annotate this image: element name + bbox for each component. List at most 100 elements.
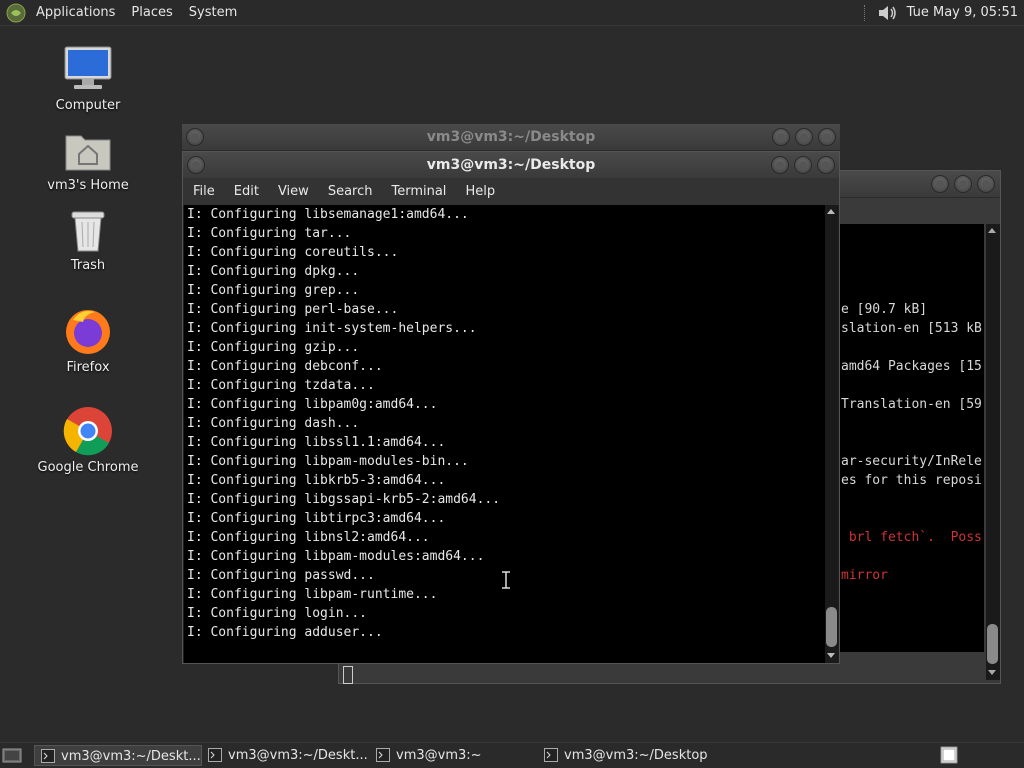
- menu-help[interactable]: Help: [455, 184, 504, 199]
- terminal-line: I: Configuring tar...: [187, 226, 352, 241]
- terminal-line: I: Configuring adduser...: [187, 625, 383, 640]
- terminal-line: I: Configuring libssl1.1:amd64...: [187, 435, 446, 450]
- vertical-scrollbar[interactable]: [825, 205, 838, 663]
- terminal-line: I: Configuring libnsl2:amd64...: [187, 530, 430, 545]
- terminal-icon: [208, 748, 222, 762]
- desktop-icon-label: Computer: [55, 98, 121, 113]
- terminal-icon: [41, 749, 55, 763]
- panel-separator: [863, 4, 869, 21]
- vertical-scrollbar[interactable]: [986, 224, 1000, 680]
- ibeam-cursor-icon: [502, 571, 510, 589]
- minimize-button[interactable]: [931, 175, 949, 193]
- taskbar-item[interactable]: vm3@vm3:~: [370, 745, 564, 766]
- text-cursor-block: [343, 666, 353, 684]
- clock[interactable]: Tue May 9, 05:51: [907, 5, 1018, 20]
- volume-icon[interactable]: [877, 3, 899, 23]
- terminal-line: I: Configuring libgssapi-krb5-2:amd64...: [187, 492, 501, 507]
- minimize-button[interactable]: [771, 156, 789, 174]
- terminal-line: I: Configuring libpam-modules-bin...: [187, 454, 469, 469]
- terminal-line: e [90.7 kB]: [841, 302, 928, 317]
- scrollbar-thumb[interactable]: [826, 607, 837, 647]
- terminal-line: I: Configuring libkrb5-3:amd64...: [187, 473, 446, 488]
- terminal-line: Translation-en [59: [841, 397, 982, 412]
- workspace-switcher-icon[interactable]: [940, 746, 958, 764]
- terminal-line: I: Configuring gzip...: [187, 340, 360, 355]
- trash-icon: [71, 211, 105, 252]
- window-titlebar[interactable]: vm3@vm3:~/Desktop: [183, 152, 839, 179]
- firefox-icon: [66, 310, 110, 354]
- scroll-up-arrow-icon[interactable]: [827, 209, 835, 214]
- terminal-menubar: File Edit View Search Terminal Help: [183, 178, 839, 205]
- maximize-button[interactable]: [794, 156, 812, 174]
- places-menu[interactable]: Places: [123, 0, 180, 25]
- terminal-icon: [544, 748, 558, 762]
- terminal-line: I: Configuring dash...: [187, 416, 360, 431]
- taskbar-item-label: vm3@vm3:~: [396, 748, 482, 763]
- terminal-line: I: Configuring init-system-helpers...: [187, 321, 477, 336]
- terminal-line: I: Configuring tzdata...: [187, 378, 375, 393]
- scrollbar-thumb[interactable]: [987, 624, 998, 664]
- terminal-line: I: Configuring debconf...: [187, 359, 383, 374]
- desktop-icon-home[interactable]: vm3's Home: [28, 128, 148, 193]
- system-menu[interactable]: System: [181, 0, 245, 25]
- scroll-down-arrow-icon[interactable]: [827, 653, 835, 658]
- terminal-line: I: Configuring coreutils...: [187, 245, 399, 260]
- terminal-window-middle[interactable]: vm3@vm3:~/Desktop: [182, 124, 840, 154]
- menu-search[interactable]: Search: [318, 184, 382, 199]
- bottom-taskbar: vm3@vm3:~/Deskt... vm3@vm3:~/Deskt... vm…: [0, 742, 1024, 768]
- taskbar-item-label: vm3@vm3:~/Deskt...: [61, 749, 201, 764]
- minimize-button[interactable]: [772, 128, 790, 146]
- terminal-line: es for this reposi: [841, 473, 982, 488]
- terminal-line: I: Configuring libpam0g:amd64...: [187, 397, 438, 412]
- taskbar-item-label: vm3@vm3:~/Deskt...: [228, 748, 368, 763]
- window-titlebar[interactable]: vm3@vm3:~/Desktop: [182, 124, 840, 151]
- desktop-icon-label: Google Chrome: [37, 460, 139, 475]
- computer-icon: [64, 46, 112, 89]
- show-desktop-icon[interactable]: [2, 746, 22, 764]
- taskbar-item-label: vm3@vm3:~/Desktop: [564, 748, 708, 763]
- chrome-icon: [63, 407, 112, 456]
- terminal-line: I: Configuring perl-base...: [187, 302, 399, 317]
- desktop-icon-computer[interactable]: Computer: [28, 44, 148, 113]
- terminal-line: I: Configuring grep...: [187, 283, 360, 298]
- terminal-line: I: Configuring dpkg...: [187, 264, 360, 279]
- menu-view[interactable]: View: [268, 184, 318, 199]
- home-folder-icon: [65, 135, 111, 171]
- taskbar-item[interactable]: vm3@vm3:~/Deskt...: [34, 745, 202, 766]
- desktop-icon-label: Trash: [70, 258, 106, 273]
- close-button[interactable]: [977, 175, 995, 193]
- menu-terminal[interactable]: Terminal: [381, 184, 455, 199]
- maximize-button[interactable]: [795, 128, 813, 146]
- desktop-icon-trash[interactable]: Trash: [28, 208, 148, 273]
- terminal-line: I: Configuring libpam-modules:amd64...: [187, 549, 485, 564]
- terminal-output[interactable]: I: Configuring libsemanage1:amd64... I: C…: [184, 205, 826, 663]
- taskbar-item[interactable]: vm3@vm3:~/Deskt...: [202, 745, 396, 766]
- desktop-icon-chrome[interactable]: Google Chrome: [28, 406, 148, 475]
- desktop-icon-label: vm3's Home: [47, 178, 129, 193]
- terminal-line: slation-en [513 kB: [841, 321, 982, 336]
- close-button[interactable]: [817, 156, 835, 174]
- mate-logo-icon[interactable]: [6, 3, 26, 23]
- menu-edit[interactable]: Edit: [224, 184, 268, 199]
- desktop-icon-label: Firefox: [66, 360, 110, 375]
- terminal-line: ar-security/InRele: [841, 454, 982, 469]
- terminal-error-line: mirror: [841, 568, 888, 583]
- terminal-icon: [376, 748, 390, 762]
- terminal-line: I: Configuring libsemanage1:amd64...: [187, 207, 469, 222]
- scroll-up-arrow-icon[interactable]: [988, 228, 996, 233]
- desktop-icon-firefox[interactable]: Firefox: [28, 306, 148, 375]
- terminal-line: I: Configuring login...: [187, 606, 368, 621]
- scroll-down-arrow-icon[interactable]: [988, 670, 996, 675]
- applications-menu[interactable]: Applications: [28, 0, 123, 25]
- terminal-window-active[interactable]: vm3@vm3:~/Desktop File Edit View Search …: [182, 151, 840, 664]
- close-button[interactable]: [818, 128, 836, 146]
- menu-file[interactable]: File: [183, 184, 224, 199]
- top-panel-tray: Tue May 9, 05:51: [863, 0, 1018, 25]
- terminal-line: I: Configuring libtirpc3:amd64...: [187, 511, 446, 526]
- terminal-error-line: brl fetch`. Poss: [841, 530, 982, 545]
- taskbar-item[interactable]: vm3@vm3:~/Desktop: [538, 745, 764, 766]
- terminal-line: amd64 Packages [15: [841, 359, 982, 374]
- window-title: vm3@vm3:~/Desktop: [426, 157, 596, 173]
- maximize-button[interactable]: [954, 175, 972, 193]
- top-panel: Applications Places System Tue May 9, 05…: [0, 0, 1024, 26]
